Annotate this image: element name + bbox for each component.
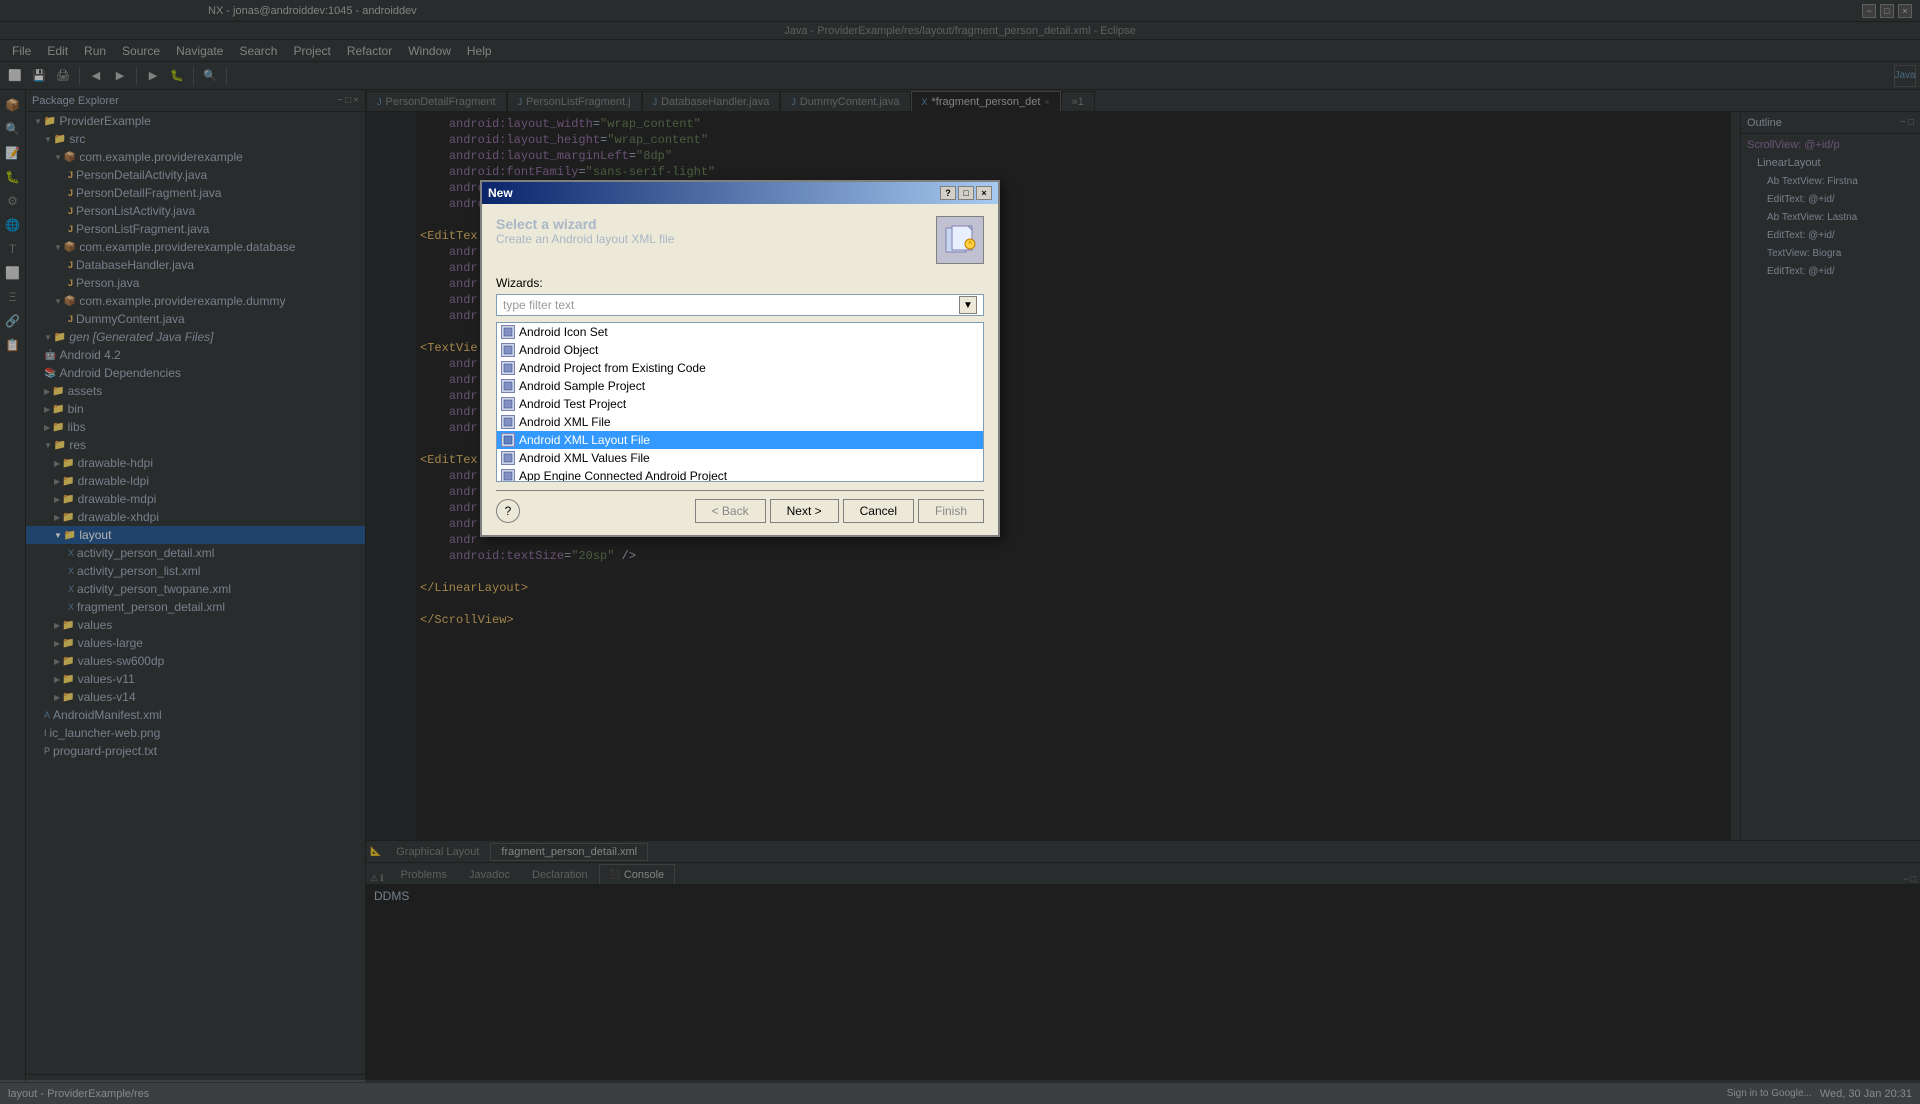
wizard-item-xmlvalues[interactable]: Android XML Values File bbox=[497, 449, 983, 467]
status-left: layout - ProviderExample/res bbox=[8, 1088, 149, 1100]
wizard-item-xmllayout[interactable]: Android XML Layout File bbox=[497, 431, 983, 449]
dialog-footer: ? < Back Next > Cancel Finish bbox=[496, 490, 984, 523]
wizard-item-icon-existing bbox=[501, 361, 515, 375]
wizard-item-icon-xmllayout bbox=[501, 433, 515, 447]
wizard-item-sample[interactable]: Android Sample Project bbox=[497, 377, 983, 395]
status-right: Sign in to Google... Wed, 30 Jan 20:31 bbox=[1727, 1088, 1912, 1100]
wizard-item-existing[interactable]: Android Project from Existing Code bbox=[497, 359, 983, 377]
wizard-item-icon-test bbox=[501, 397, 515, 411]
dialog-body: Select a wizard Create an Android layout… bbox=[482, 204, 998, 535]
dialog-wizards-label: Wizards: bbox=[496, 276, 984, 290]
wizard-item-icon-appengine bbox=[501, 469, 515, 482]
dialog-title: New bbox=[488, 186, 513, 200]
wizard-item-appengine[interactable]: App Engine Connected Android Project bbox=[497, 467, 983, 482]
status-datetime: Wed, 30 Jan 20:31 bbox=[1820, 1088, 1912, 1100]
wizard-filter-btn[interactable]: ▼ bbox=[959, 296, 977, 314]
dialog-cancel-btn[interactable]: Cancel bbox=[843, 499, 914, 523]
wizard-item-test-label: Android Test Project bbox=[519, 397, 626, 411]
wizard-item-xmllayout-label: Android XML Layout File bbox=[519, 433, 650, 447]
dialog-back-btn[interactable]: < Back bbox=[695, 499, 766, 523]
wizard-item-icon-xmlfile bbox=[501, 415, 515, 429]
wizard-item-sample-label: Android Sample Project bbox=[519, 379, 645, 393]
dialog-restore-btn[interactable]: □ bbox=[958, 186, 974, 200]
wizard-list: Android Icon Set Android Object Android … bbox=[496, 322, 984, 482]
wizard-item-icon-xmlvalues bbox=[501, 451, 515, 465]
wizard-item-xmlvalues-label: Android XML Values File bbox=[519, 451, 650, 465]
dialog-wizard-icon bbox=[936, 216, 984, 264]
wizard-item-existing-label: Android Project from Existing Code bbox=[519, 361, 706, 375]
dialog-header: Select a wizard Create an Android layout… bbox=[496, 216, 984, 264]
dialog-header-title: Select a wizard bbox=[496, 216, 674, 232]
dialog-close-btn[interactable]: × bbox=[976, 186, 992, 200]
new-wizard-dialog: New ? □ × Select a wizard Create an Andr… bbox=[480, 180, 1000, 537]
wizard-item-xmlfile[interactable]: Android XML File bbox=[497, 413, 983, 431]
wizard-item-icon-object bbox=[501, 343, 515, 357]
wizard-item-appengine-label: App Engine Connected Android Project bbox=[519, 469, 727, 482]
wizard-filter-input[interactable] bbox=[503, 298, 959, 312]
wizard-item-iconset[interactable]: Android Icon Set bbox=[497, 323, 983, 341]
wizard-item-object[interactable]: Android Object bbox=[497, 341, 983, 359]
dialog-next-btn[interactable]: Next > bbox=[770, 499, 839, 523]
dialog-buttons: < Back Next > Cancel Finish bbox=[695, 499, 984, 523]
dialog-title-controls: ? □ × bbox=[940, 186, 992, 200]
wizard-item-xmlfile-label: Android XML File bbox=[519, 415, 611, 429]
dialog-finish-btn[interactable]: Finish bbox=[918, 499, 984, 523]
dialog-title-bar: New ? □ × bbox=[482, 182, 998, 204]
wizard-item-test[interactable]: Android Test Project bbox=[497, 395, 983, 413]
dialog-minimize-btn[interactable]: ? bbox=[940, 186, 956, 200]
wizard-item-iconset-label: Android Icon Set bbox=[519, 325, 608, 339]
dialog-header-text: Select a wizard Create an Android layout… bbox=[496, 216, 674, 246]
wizard-item-icon-sample bbox=[501, 379, 515, 393]
modal-overlay: New ? □ × Select a wizard Create an Andr… bbox=[0, 0, 1920, 1080]
wizard-item-object-label: Android Object bbox=[519, 343, 598, 357]
wizard-filter-container[interactable]: ▼ bbox=[496, 294, 984, 316]
wizard-item-icon-iconset bbox=[501, 325, 515, 339]
dialog-help-btn[interactable]: ? bbox=[496, 499, 520, 523]
status-bar: layout - ProviderExample/res Sign in to … bbox=[0, 1082, 1920, 1104]
dialog-header-desc: Create an Android layout XML file bbox=[496, 232, 674, 246]
